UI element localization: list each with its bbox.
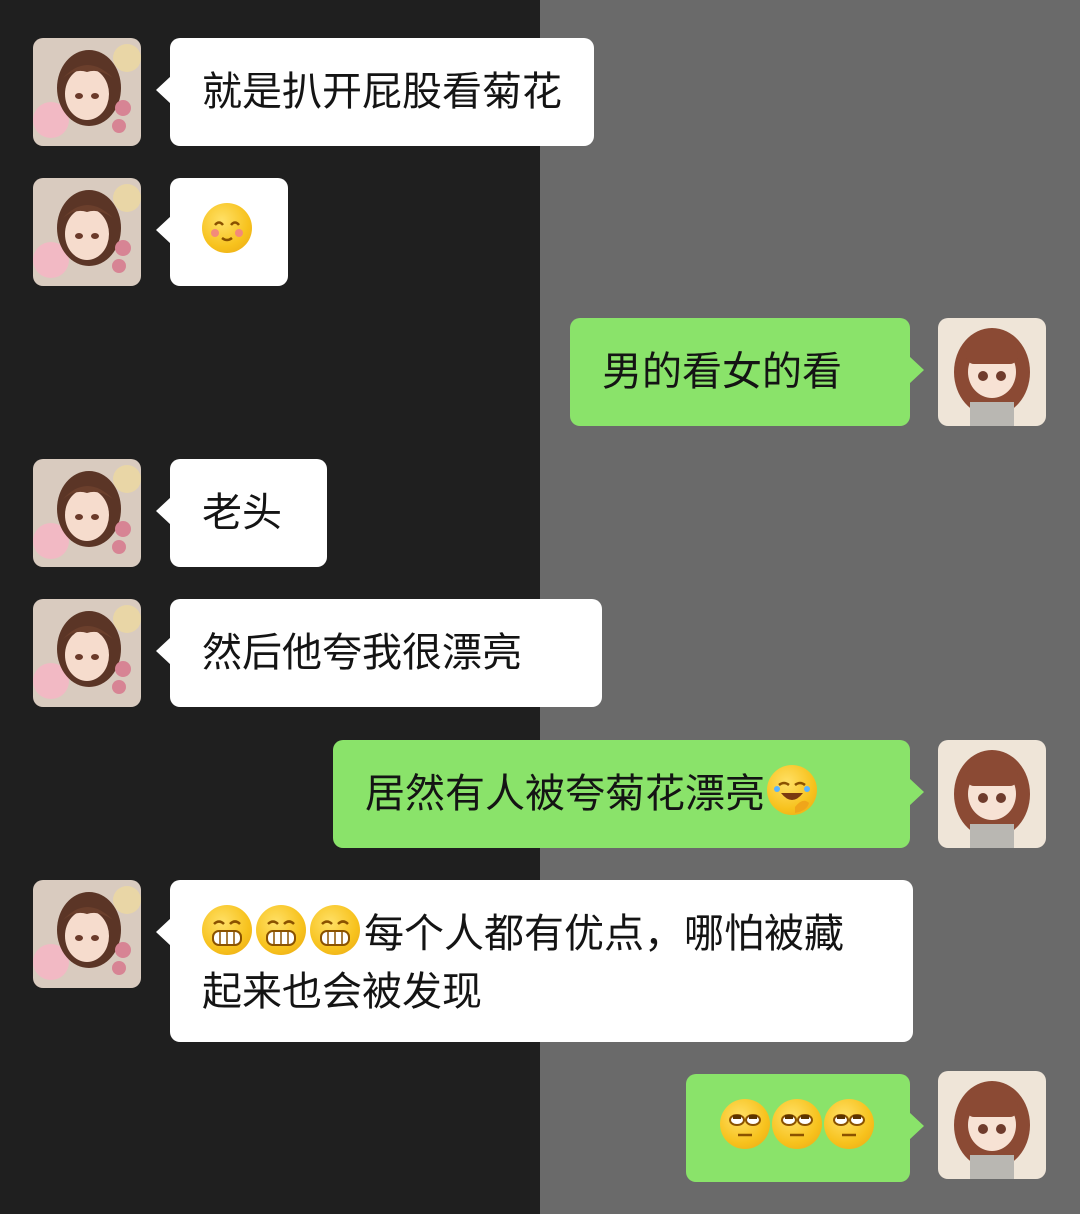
anime-girl-avatar-icon bbox=[33, 880, 141, 988]
contact-avatar[interactable] bbox=[33, 459, 141, 567]
outgoing-message-bubble[interactable]: 居然有人被夸菊花漂亮 bbox=[333, 740, 924, 848]
anime-girl-avatar-icon bbox=[33, 459, 141, 567]
message-text: 居然有人被夸菊花漂亮 bbox=[365, 771, 765, 817]
incoming-message-bubble[interactable] bbox=[156, 178, 288, 286]
outgoing-message-bubble[interactable] bbox=[686, 1074, 924, 1182]
anime-girl-avatar-icon bbox=[938, 318, 1046, 426]
outgoing-message-bubble[interactable]: 男的看女的看 bbox=[570, 318, 924, 426]
incoming-message-bubble[interactable]: 然后他夸我很漂亮 bbox=[156, 599, 602, 707]
facepalm-laugh-emoji-icon bbox=[767, 765, 817, 815]
incoming-message-bubble[interactable]: 就是扒开屁股看菊花 bbox=[156, 38, 594, 146]
anime-girl-avatar-icon bbox=[33, 178, 141, 286]
grin-emoji-icon bbox=[310, 905, 360, 955]
grin-emoji-icon bbox=[202, 905, 252, 955]
grin-emoji-icon bbox=[256, 905, 306, 955]
message-text: 然后他夸我很漂亮 bbox=[202, 630, 522, 676]
incoming-message-bubble[interactable]: 老头 bbox=[156, 459, 327, 567]
contact-avatar[interactable] bbox=[33, 880, 141, 988]
my-avatar[interactable] bbox=[938, 318, 1046, 426]
contact-avatar[interactable] bbox=[33, 178, 141, 286]
anime-girl-avatar-icon bbox=[938, 1071, 1046, 1179]
my-avatar[interactable] bbox=[938, 740, 1046, 848]
anime-girl-avatar-icon bbox=[33, 38, 141, 146]
eye-roll-emoji-icon bbox=[824, 1099, 874, 1149]
shy-smile-emoji-icon bbox=[202, 203, 252, 253]
contact-avatar[interactable] bbox=[33, 599, 141, 707]
eye-roll-emoji-icon bbox=[720, 1099, 770, 1149]
incoming-message-bubble[interactable]: 每个人都有优点，哪怕被藏起来也会被发现 bbox=[156, 880, 913, 1042]
contact-avatar[interactable] bbox=[33, 38, 141, 146]
eye-roll-emoji-icon bbox=[772, 1099, 822, 1149]
message-text: 老头 bbox=[202, 490, 282, 536]
message-text: 就是扒开屁股看菊花 bbox=[202, 69, 562, 115]
message-text: 男的看女的看 bbox=[602, 349, 842, 395]
anime-girl-avatar-icon bbox=[938, 740, 1046, 848]
my-avatar[interactable] bbox=[938, 1071, 1046, 1179]
anime-girl-avatar-icon bbox=[33, 599, 141, 707]
